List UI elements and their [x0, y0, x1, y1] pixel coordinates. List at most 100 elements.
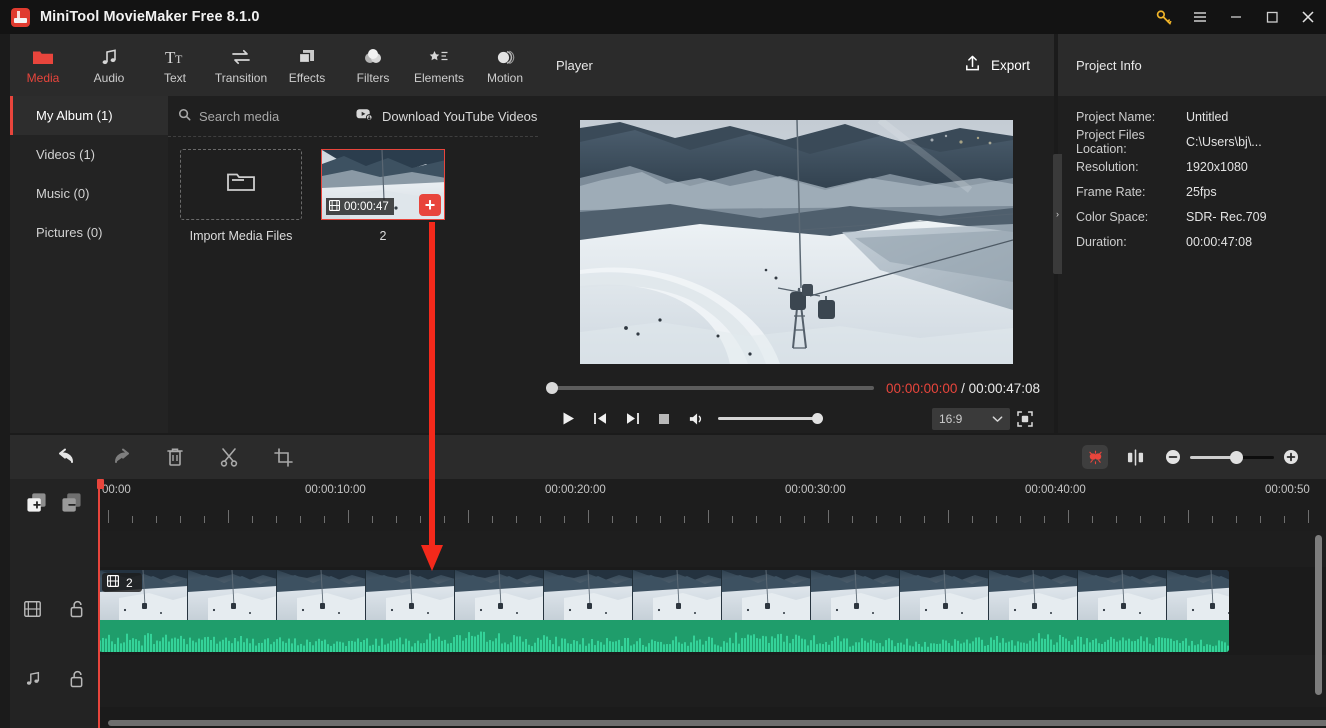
redo-button[interactable] [94, 435, 148, 479]
tab-media[interactable]: Media [10, 34, 76, 96]
duration-badge: 00:00:47 [326, 198, 394, 215]
video-preview[interactable] [579, 120, 1013, 364]
sidebar-item-pictures[interactable]: Pictures (0) [10, 213, 168, 252]
timeline-horizontal-scrollbar[interactable] [108, 720, 1326, 726]
tab-transition[interactable]: Transition [208, 34, 274, 96]
import-media-tile[interactable] [180, 149, 302, 220]
tab-motion[interactable]: Motion [472, 34, 538, 96]
clip-filmstrip [99, 570, 1229, 620]
video-stage [538, 96, 1054, 388]
search-input[interactable]: Search media [178, 108, 348, 124]
row-value: SDR- Rec.709 [1186, 209, 1267, 224]
music-note-icon[interactable] [24, 670, 41, 692]
project-info-row: Duration: 00:00:47:08 [1058, 229, 1326, 254]
close-icon[interactable] [1290, 0, 1326, 34]
tab-effects[interactable]: Effects [274, 34, 340, 96]
tab-label: Elements [413, 70, 465, 85]
timeline-tracks: 2 [98, 531, 1326, 728]
tab-elements[interactable]: Elements [406, 34, 472, 96]
previous-frame-button[interactable] [584, 406, 616, 432]
ruler-label: 00:00:40:00 [1025, 484, 1086, 496]
menu-icon[interactable] [1182, 0, 1218, 34]
filters-circles-icon [363, 46, 383, 68]
timeline-ruler[interactable]: 00:00 00:00:10:00 00:00:20:00 00:00:30:0… [98, 479, 1326, 531]
collapse-panel-handle[interactable]: › [1053, 154, 1062, 274]
aspect-ratio-select[interactable]: 16:9 [932, 407, 1010, 430]
transition-arrows-icon [230, 46, 252, 68]
sidebar-item-my-album[interactable]: My Album (1) [10, 96, 168, 135]
chroma-key-button[interactable] [1082, 445, 1108, 469]
undo-button[interactable] [40, 435, 94, 479]
timeline-clip[interactable]: 2 [99, 570, 1229, 652]
next-frame-button[interactable] [616, 406, 648, 432]
fullscreen-button[interactable] [1010, 406, 1040, 432]
media-item-thumbnail[interactable]: 00:00:47 + [321, 149, 445, 220]
media-duration: 00:00:47 [344, 200, 389, 213]
maximize-icon[interactable] [1254, 0, 1290, 34]
zoom-slider-handle[interactable] [1230, 450, 1243, 464]
music-note-icon [99, 46, 119, 68]
timecode-display: 00:00:00:00 / 00:00:47:08 [886, 381, 1040, 396]
stop-button[interactable] [648, 406, 680, 432]
play-button[interactable] [552, 406, 584, 432]
export-button[interactable]: Export [963, 54, 1030, 76]
player-header: Player Export [538, 34, 1054, 96]
preview-image [579, 120, 1013, 364]
row-value[interactable]: C:\Users\bj\... [1186, 135, 1262, 149]
tab-filters[interactable]: Filters [340, 34, 406, 96]
tab-label: Transition [214, 70, 268, 85]
export-upload-icon [963, 54, 982, 76]
film-strip-icon [107, 575, 120, 590]
timeline-vertical-scrollbar[interactable] [1315, 535, 1322, 695]
playhead[interactable] [98, 479, 100, 728]
tab-audio[interactable]: Audio [76, 34, 142, 96]
seek-slider[interactable] [546, 382, 875, 394]
total-timecode: 00:00:47:08 [968, 380, 1040, 396]
track-header-tools [10, 479, 98, 531]
ruler-label: 00:00:30:00 [785, 484, 846, 496]
tab-label: Filters [356, 70, 390, 85]
clip-label: 2 [126, 575, 133, 590]
track-row-audio[interactable] [98, 655, 1326, 707]
zoom-slider[interactable] [1190, 450, 1274, 464]
timeline-toolbar [10, 435, 1326, 479]
row-value: 25fps [1186, 184, 1217, 199]
unlock-icon[interactable] [69, 670, 84, 693]
minimize-icon[interactable] [1218, 0, 1254, 34]
row-key: Color Space: [1076, 209, 1149, 224]
film-icon[interactable] [24, 600, 41, 622]
sidebar-item-music[interactable]: Music (0) [10, 174, 168, 213]
delete-button[interactable] [148, 435, 202, 479]
seek-row: 00:00:00:00 / 00:00:47:08 [538, 372, 1054, 404]
track-header-column [10, 479, 98, 728]
zoom-in-button[interactable] [1278, 445, 1304, 469]
crop-button[interactable] [256, 435, 310, 479]
volume-button[interactable] [680, 406, 712, 432]
current-timecode: 00:00:00:00 [886, 380, 958, 396]
download-youtube-button[interactable]: Download YouTube Videos [356, 108, 537, 124]
project-info-title: Project Info [1076, 57, 1142, 73]
player-panel: Player Export 00:00:00:00 / 00:00:47:08 … [538, 34, 1054, 433]
add-to-timeline-button[interactable]: + [419, 194, 441, 216]
title-bar: MiniTool MovieMaker Free 8.1.0 [0, 0, 1326, 34]
svg-text:T: T [175, 52, 183, 66]
split-clip-button[interactable] [1118, 445, 1152, 469]
tab-text[interactable]: TT Text [142, 34, 208, 96]
volume-handle[interactable] [812, 413, 823, 424]
add-track-icon[interactable] [26, 492, 47, 518]
remove-track-icon[interactable] [61, 492, 82, 518]
split-scissors-button[interactable] [202, 435, 256, 479]
project-info-row: Color Space: SDR- Rec.709 [1058, 204, 1326, 229]
playhead-handle[interactable] [97, 479, 104, 489]
search-placeholder: Search media [199, 108, 280, 124]
unlock-icon[interactable] [69, 600, 84, 623]
project-info-row: Frame Rate: 25fps [1058, 179, 1326, 204]
track-row-empty-top[interactable] [98, 531, 1326, 567]
key-icon[interactable] [1146, 0, 1182, 34]
zoom-out-button[interactable] [1160, 445, 1186, 469]
sidebar-item-videos[interactable]: Videos (1) [10, 135, 168, 174]
row-value[interactable]: Untitled [1186, 110, 1228, 124]
clip-badge: 2 [102, 573, 142, 592]
seek-handle[interactable] [546, 382, 558, 394]
volume-slider[interactable] [718, 413, 823, 424]
